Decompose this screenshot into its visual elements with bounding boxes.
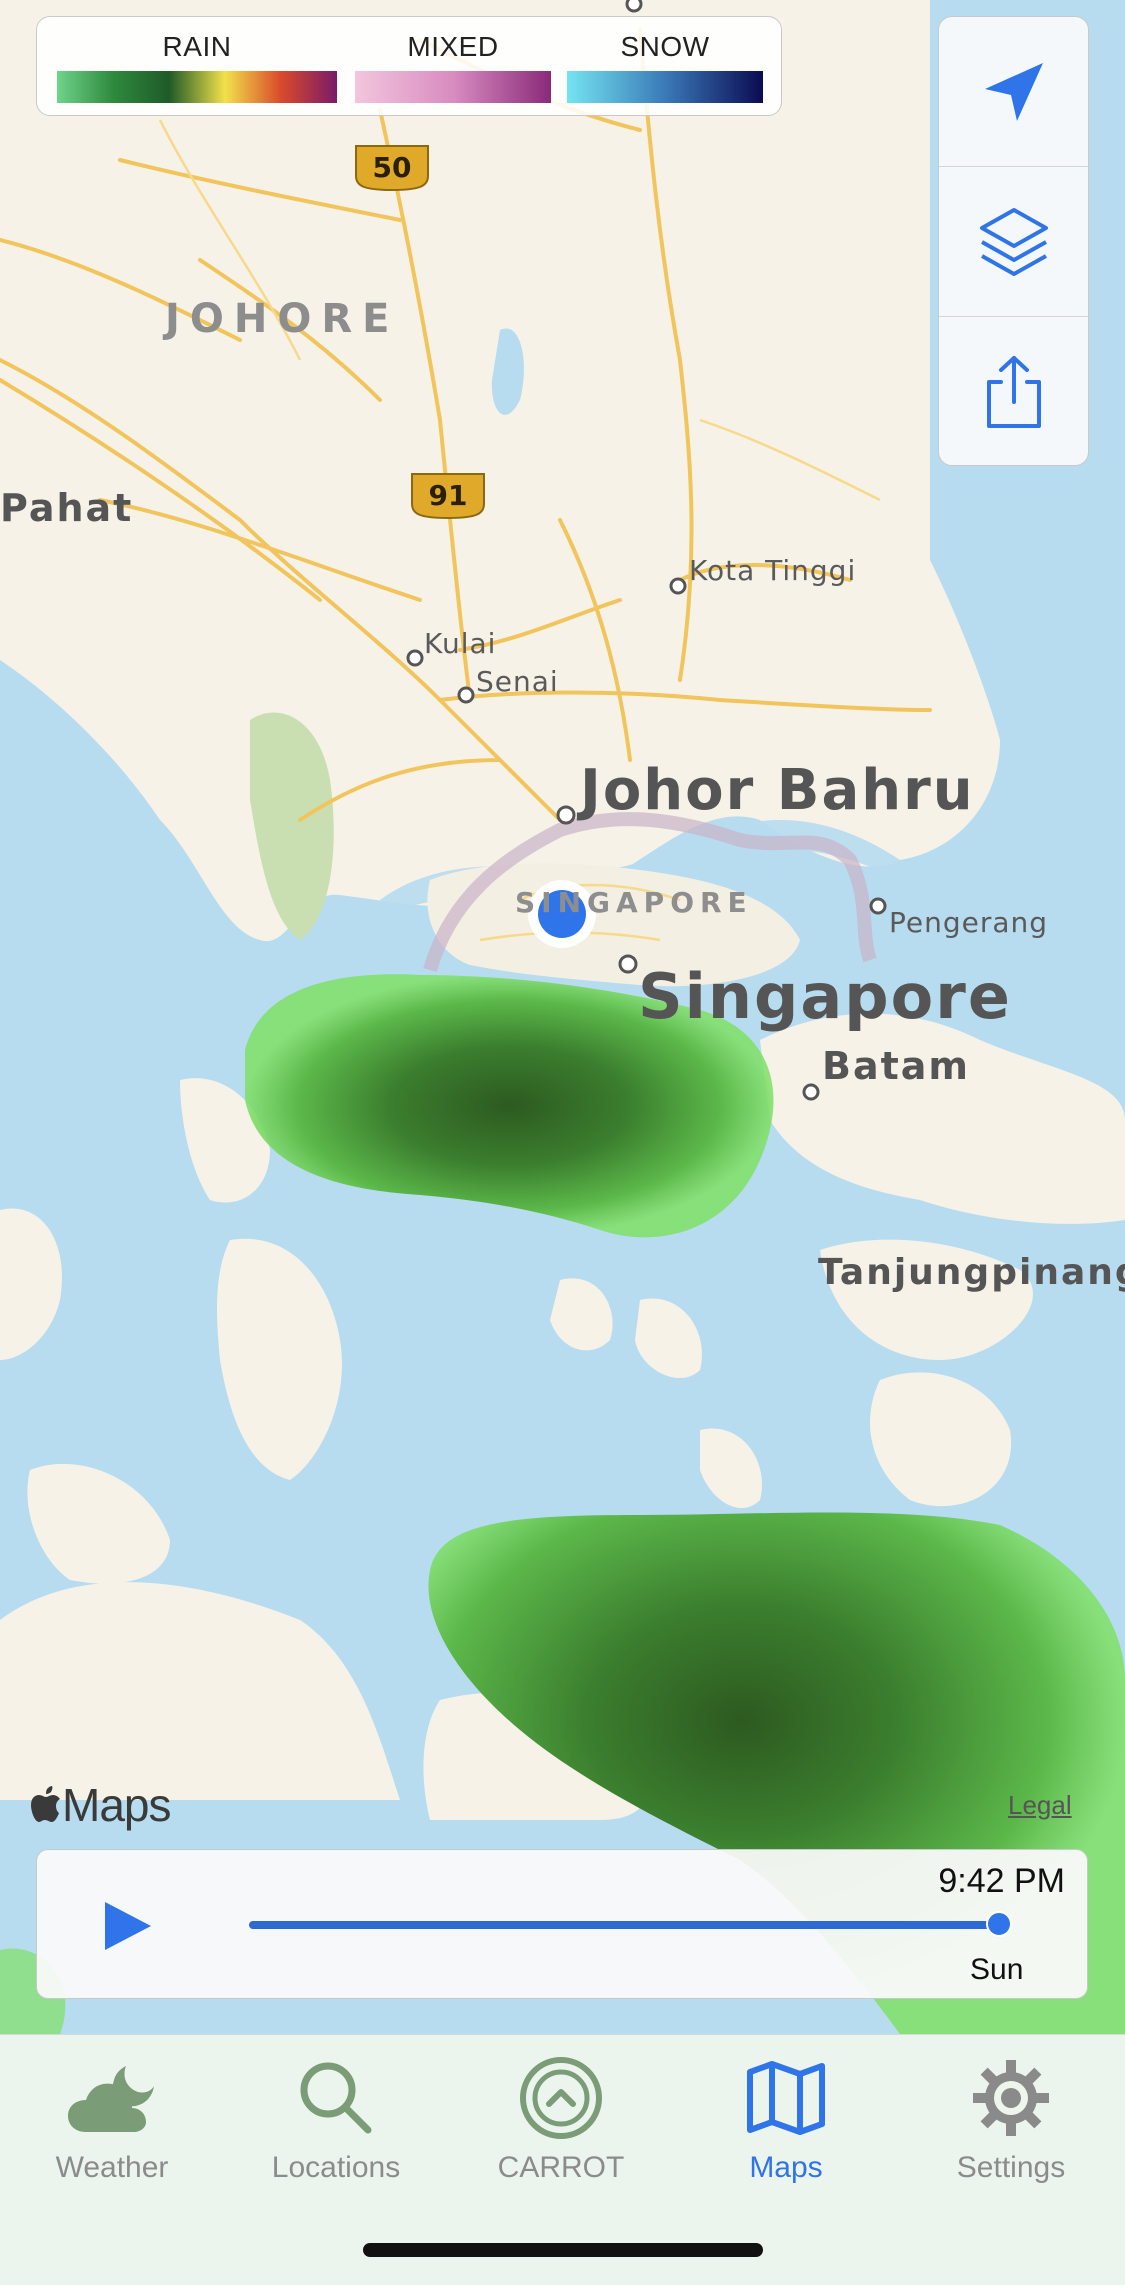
playback-day: Sun xyxy=(970,1953,1024,1986)
locate-button[interactable] xyxy=(939,17,1088,167)
city-label-kota-tinggi: Kota Tinggi xyxy=(689,554,857,587)
legend-snow-bar xyxy=(567,71,763,103)
maps-brand-text: Maps xyxy=(62,1779,171,1831)
city-label-tanjungpinang: Tanjungpinang xyxy=(818,1252,1125,1293)
legal-link[interactable]: Legal xyxy=(1008,1790,1072,1821)
search-icon xyxy=(300,2062,372,2134)
tab-carrot[interactable]: CARROT xyxy=(461,2053,661,2185)
play-button[interactable] xyxy=(97,1896,157,1956)
city-label-batam: Batam xyxy=(822,1044,971,1088)
weather-icon xyxy=(68,2066,154,2132)
map-controls xyxy=(938,16,1089,466)
tab-settings[interactable]: Settings xyxy=(911,2053,1111,2185)
region-label-johore: JOHORE xyxy=(165,296,400,342)
legend-mixed: MIXED xyxy=(355,31,551,103)
gear-icon xyxy=(973,2060,1049,2136)
city-label-senai: Senai xyxy=(476,665,559,698)
route-shield-label-50: 50 xyxy=(372,151,412,184)
tab-weather-label: Weather xyxy=(55,2151,169,2184)
legend-mixed-label: MIXED xyxy=(407,31,499,62)
apple-logo-icon xyxy=(31,1786,60,1822)
playback-time: 9:42 PM xyxy=(938,1862,1065,1900)
legend-mixed-bar xyxy=(355,71,551,103)
location-arrow-icon xyxy=(984,62,1043,121)
home-indicator[interactable] xyxy=(363,2243,763,2257)
carrot-icon xyxy=(520,2057,602,2139)
tab-carrot-label: CARROT xyxy=(497,2151,625,2184)
maps-attribution: Maps xyxy=(30,1778,171,1832)
city-label-kulai: Kulai xyxy=(424,627,497,660)
legend-rain-bar xyxy=(57,71,337,103)
playback-bar: 9:42 PM Sun xyxy=(36,1849,1088,1999)
city-label-pengerang: Pengerang xyxy=(889,906,1049,939)
legend-snow: SNOW xyxy=(567,31,763,103)
city-label-johor-bahru: Johor Bahru xyxy=(580,758,975,823)
layers-button[interactable] xyxy=(939,167,1088,317)
timeline-thumb[interactable] xyxy=(986,1911,1012,1937)
legend-rain-label: RAIN xyxy=(162,31,232,62)
share-icon xyxy=(986,356,1041,428)
map-icon xyxy=(747,2061,825,2135)
timeline-track[interactable] xyxy=(249,1921,999,1929)
tab-weather[interactable]: Weather xyxy=(12,2053,212,2185)
city-label-singapore: Singapore xyxy=(638,960,1012,1033)
tab-maps-label: Maps xyxy=(749,2151,823,2184)
tab-maps[interactable]: Maps xyxy=(686,2053,886,2185)
precipitation-legend: RAIN MIXED SNOW xyxy=(36,16,782,116)
country-label-singapore-small: SINGAPORE xyxy=(515,886,753,919)
legend-snow-label: SNOW xyxy=(620,31,710,62)
tab-locations[interactable]: Locations xyxy=(236,2053,436,2185)
layers-icon xyxy=(979,207,1048,276)
tab-settings-label: Settings xyxy=(956,2151,1066,2184)
share-button[interactable] xyxy=(939,317,1088,465)
route-shield-label-91: 91 xyxy=(428,479,468,512)
legend-rain: RAIN xyxy=(57,31,337,103)
tab-locations-label: Locations xyxy=(271,2151,401,2184)
play-icon xyxy=(105,1902,151,1950)
city-label-pahat: Pahat xyxy=(0,486,134,530)
